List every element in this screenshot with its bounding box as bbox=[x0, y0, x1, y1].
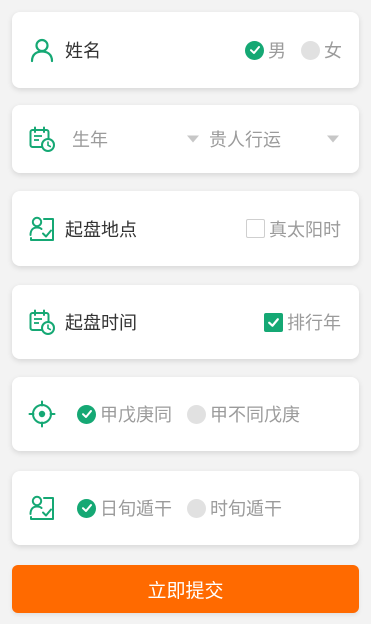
rank-year-label: 排行年 bbox=[287, 313, 341, 334]
dun-hour-label: 时旬遁干 bbox=[210, 499, 282, 520]
gender-female-radio[interactable] bbox=[301, 40, 320, 60]
luck-select[interactable]: 贵人行运 bbox=[209, 126, 281, 152]
gender-female-label: 女 bbox=[324, 41, 342, 62]
true-solar-time-checkbox[interactable] bbox=[246, 219, 265, 238]
dun-option-day[interactable]: 日旬遁干 bbox=[77, 495, 172, 521]
method-card: 甲戊庚同 甲不同戊庚 bbox=[12, 377, 359, 451]
dun-option-hour[interactable]: 时旬遁干 bbox=[187, 495, 282, 521]
place-label[interactable]: 起盘地点 bbox=[65, 216, 137, 242]
method-different-label: 甲不同戊庚 bbox=[210, 405, 300, 426]
gender-female-option[interactable]: 女 bbox=[301, 37, 342, 63]
year-card: 生年 贵人行运 bbox=[12, 105, 359, 173]
method-different-radio[interactable] bbox=[187, 404, 206, 424]
dun-card: 日旬遁干 时旬遁干 bbox=[12, 471, 359, 545]
dun-hour-radio[interactable] bbox=[187, 498, 206, 518]
time-card: 起盘时间 排行年 bbox=[12, 285, 359, 359]
person-card-icon bbox=[28, 215, 56, 243]
method-same-radio[interactable] bbox=[77, 404, 96, 424]
place-card: 起盘地点 真太阳时 bbox=[12, 191, 359, 266]
gender-male-radio[interactable] bbox=[245, 40, 264, 60]
luck-select-caret-icon[interactable] bbox=[327, 135, 339, 143]
calendar-clock-icon bbox=[28, 125, 56, 153]
method-option-same[interactable]: 甲戊庚同 bbox=[77, 401, 172, 427]
dun-day-radio[interactable] bbox=[77, 498, 96, 518]
person-card-icon bbox=[28, 494, 56, 522]
rank-year-checkbox[interactable] bbox=[264, 312, 283, 332]
true-solar-time-label: 真太阳时 bbox=[269, 219, 341, 241]
calendar-clock-icon bbox=[28, 308, 56, 336]
person-icon bbox=[28, 36, 56, 64]
dun-day-label: 日旬遁干 bbox=[100, 499, 172, 520]
year-select[interactable]: 生年 bbox=[72, 126, 108, 152]
method-option-different[interactable]: 甲不同戊庚 bbox=[187, 401, 300, 427]
year-select-caret-icon[interactable] bbox=[187, 135, 199, 143]
rank-year-option[interactable]: 排行年 bbox=[264, 309, 341, 335]
method-same-label: 甲戊庚同 bbox=[100, 405, 172, 426]
target-icon bbox=[28, 400, 56, 428]
gender-male-option[interactable]: 男 bbox=[245, 37, 286, 63]
name-card: 姓名 男 女 bbox=[12, 12, 359, 88]
name-label: 姓名 bbox=[65, 41, 101, 62]
gender-male-label: 男 bbox=[268, 41, 286, 62]
form-page: 姓名 男 女 生年 贵人行运 起盘地点 真太阳时 起盘时间 排行年 甲戊庚同 甲… bbox=[0, 0, 371, 624]
submit-button[interactable]: 立即提交 bbox=[12, 565, 359, 613]
time-label[interactable]: 起盘时间 bbox=[65, 309, 137, 335]
true-solar-time-option[interactable]: 真太阳时 bbox=[246, 216, 341, 242]
